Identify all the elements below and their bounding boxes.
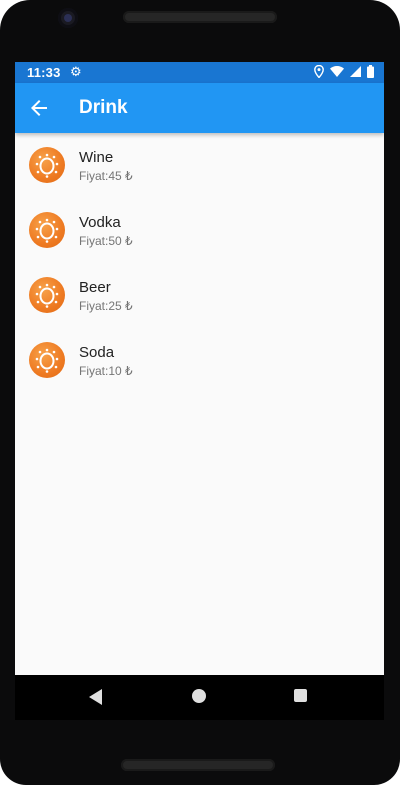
drink-avatar-icon xyxy=(29,277,65,313)
list-item[interactable]: Soda Fiyat:10 ₺ xyxy=(15,328,384,393)
drink-name: Vodka xyxy=(79,214,121,231)
list-item[interactable]: Wine Fiyat:45 ₺ xyxy=(15,133,384,198)
arrow-left-icon[interactable] xyxy=(27,96,51,120)
status-bar: 11:33 ⚙ xyxy=(15,62,384,83)
gear-icon: ⚙ xyxy=(70,64,82,79)
drink-avatar-icon xyxy=(29,147,65,183)
screen: 11:33 ⚙ Drink Wine Fiyat:45 ₺ Vodka Fiya… xyxy=(15,62,384,675)
system-nav-bar xyxy=(15,675,384,720)
drink-price: Fiyat:10 ₺ xyxy=(79,364,133,378)
drink-name: Wine xyxy=(79,149,114,166)
drink-price: Fiyat:45 ₺ xyxy=(79,169,133,183)
drink-price: Fiyat:50 ₺ xyxy=(79,234,133,248)
bottom-speaker xyxy=(121,759,275,771)
signal-icon xyxy=(350,66,361,77)
list-item[interactable]: Vodka Fiyat:50 ₺ xyxy=(15,198,384,263)
page-title: Drink xyxy=(79,97,128,118)
drink-avatar-icon xyxy=(29,342,65,378)
nav-recents-icon[interactable] xyxy=(294,689,307,702)
app-bar: Drink xyxy=(15,83,384,133)
nav-home-icon[interactable] xyxy=(192,689,206,703)
status-icons xyxy=(314,65,374,78)
drink-list: Wine Fiyat:45 ₺ Vodka Fiyat:50 ₺ Beer Fi… xyxy=(15,133,384,393)
drink-price: Fiyat:25 ₺ xyxy=(79,299,133,313)
drink-name: Beer xyxy=(79,279,111,296)
drink-name: Soda xyxy=(79,344,115,361)
status-time: 11:33 xyxy=(27,65,61,80)
nav-back-icon[interactable] xyxy=(89,689,102,705)
wifi-icon xyxy=(330,66,344,77)
battery-icon xyxy=(367,65,374,78)
front-camera xyxy=(58,8,78,28)
drink-avatar-icon xyxy=(29,212,65,248)
list-item[interactable]: Beer Fiyat:25 ₺ xyxy=(15,263,384,328)
location-icon xyxy=(314,65,324,78)
earpiece-speaker xyxy=(123,11,277,23)
